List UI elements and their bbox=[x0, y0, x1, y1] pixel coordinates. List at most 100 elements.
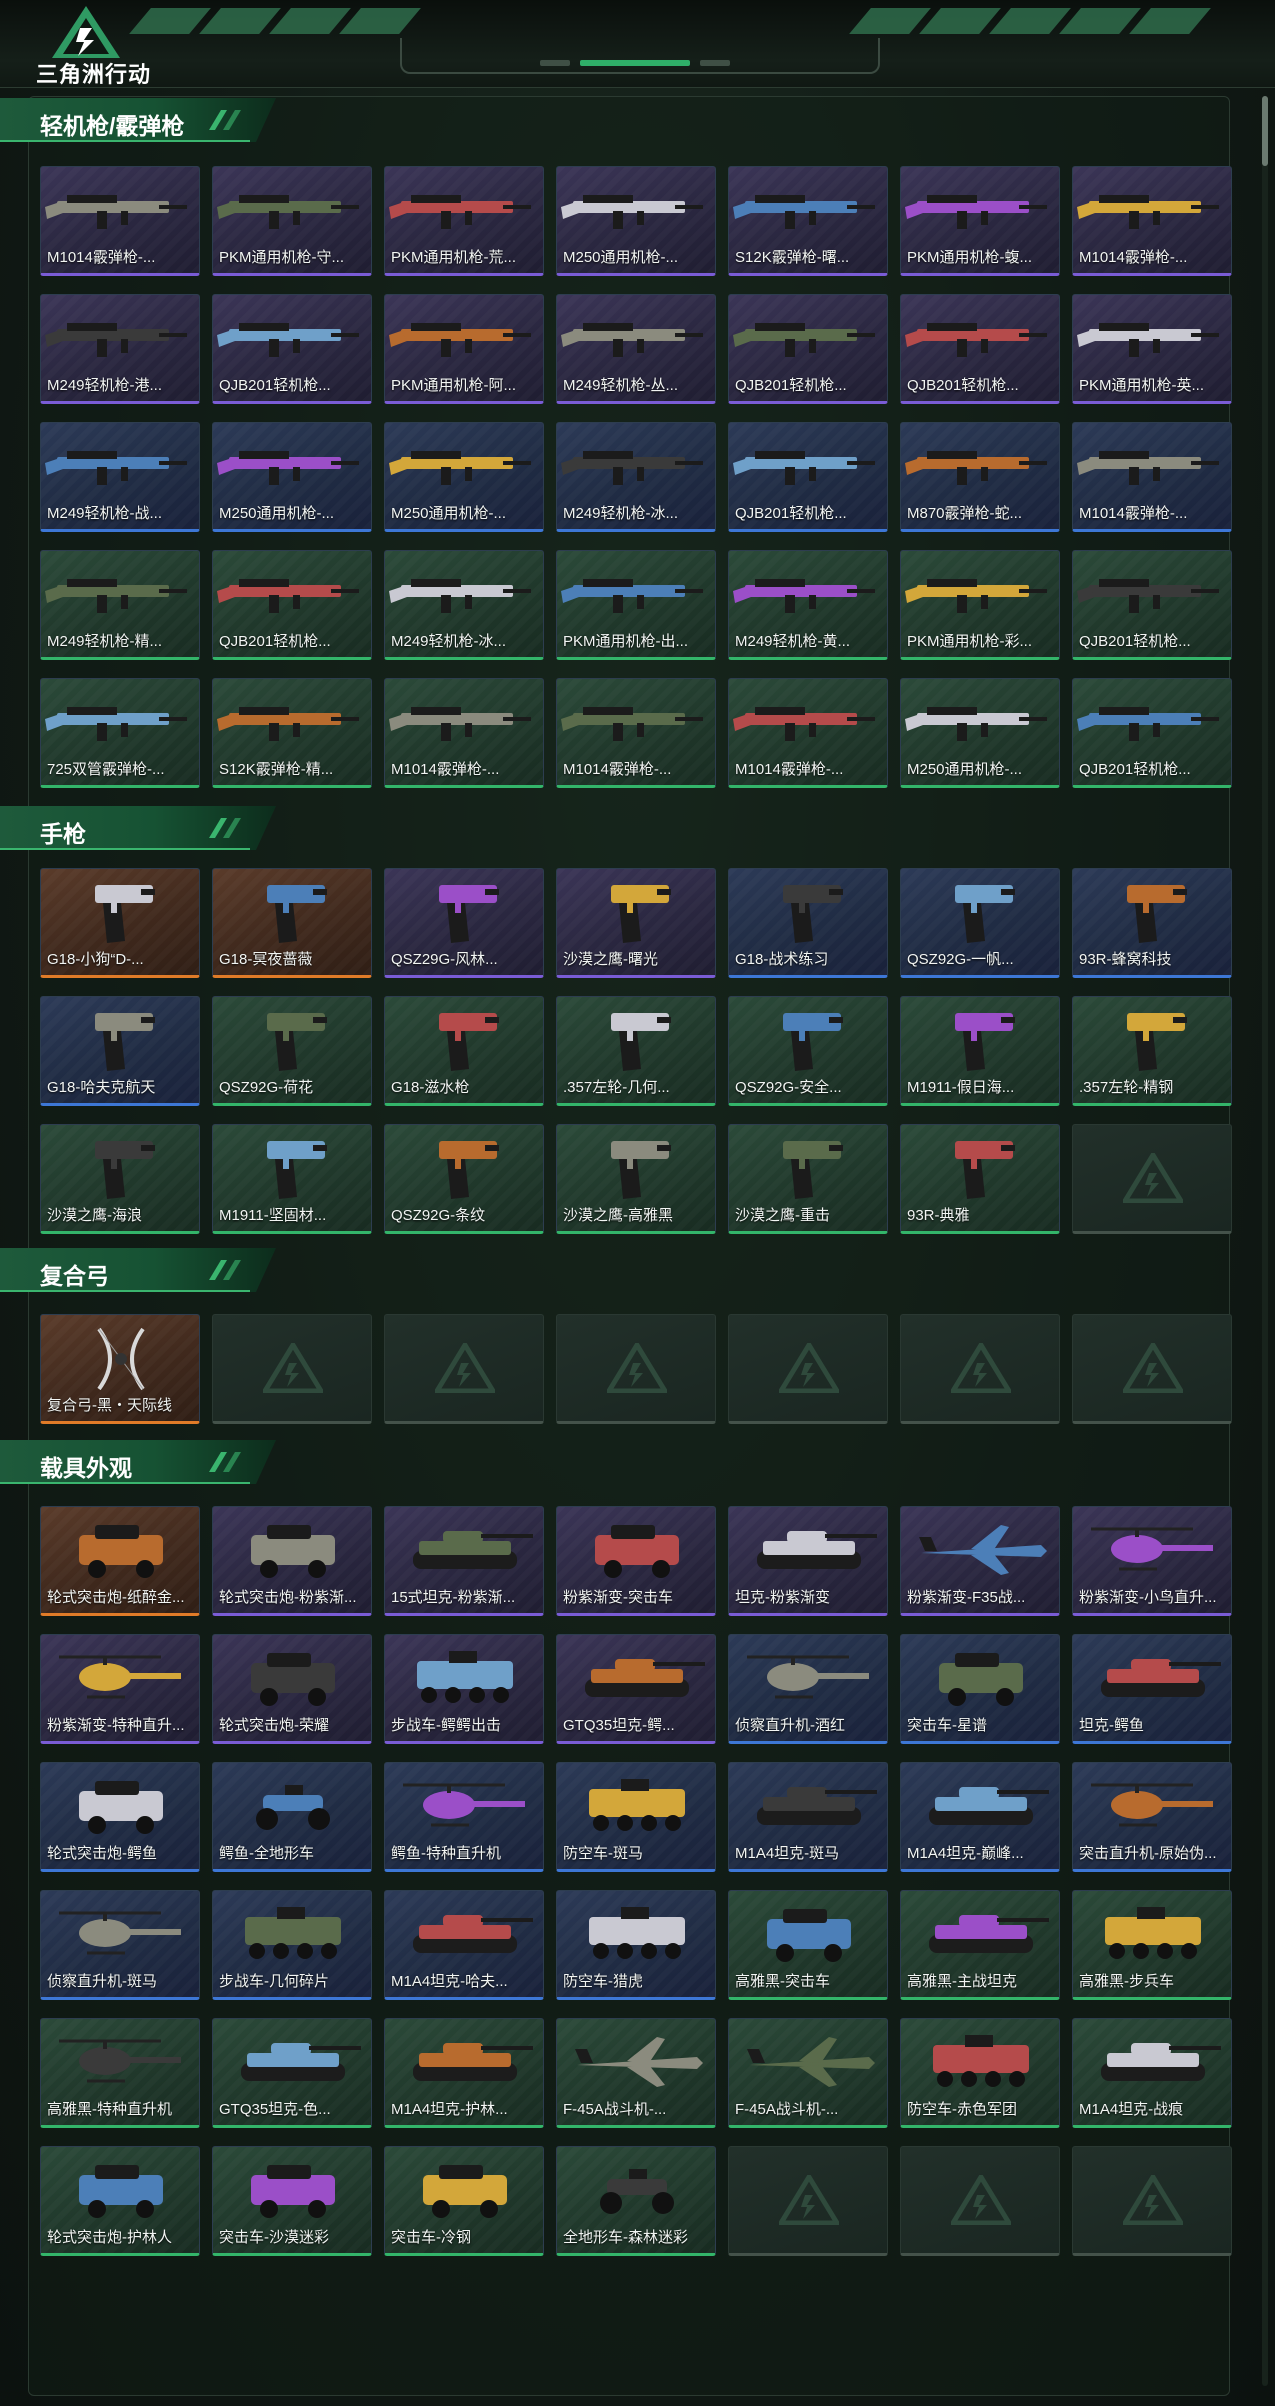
item-card[interactable]: 突击车-冷钢 bbox=[384, 2146, 544, 2256]
item-card[interactable]: 高雅黑-突击车 bbox=[728, 1890, 888, 2000]
item-card[interactable]: QSZ92G-条纹 bbox=[384, 1124, 544, 1234]
item-card[interactable]: PKM通用机枪-彩... bbox=[900, 550, 1060, 660]
item-card[interactable]: 坦克-鳄鱼 bbox=[1072, 1634, 1232, 1744]
item-card[interactable]: 防空车-猎虎 bbox=[556, 1890, 716, 2000]
item-card[interactable]: PKM通用机枪-出... bbox=[556, 550, 716, 660]
item-card[interactable]: F-45A战斗机-... bbox=[728, 2018, 888, 2128]
item-card[interactable]: PKM通用机枪-阿... bbox=[384, 294, 544, 404]
item-card[interactable]: QSZ92G-荷花 bbox=[212, 996, 372, 1106]
item-card[interactable]: 沙漠之鹰-海浪 bbox=[40, 1124, 200, 1234]
item-card[interactable]: G18-小狗“D-... bbox=[40, 868, 200, 978]
item-card[interactable]: F-45A战斗机-... bbox=[556, 2018, 716, 2128]
item-card[interactable]: M1014霰弹枪-... bbox=[1072, 422, 1232, 532]
item-card[interactable]: 粉紫渐变-特种直升... bbox=[40, 1634, 200, 1744]
item-card[interactable]: PKM通用机枪-守... bbox=[212, 166, 372, 276]
item-card[interactable]: M1014霰弹枪-... bbox=[1072, 166, 1232, 276]
item-card[interactable]: 粉紫渐变-F35战... bbox=[900, 1506, 1060, 1616]
scrollbar-thumb[interactable] bbox=[1262, 96, 1268, 166]
item-card[interactable]: 粉紫渐变-小鸟直升... bbox=[1072, 1506, 1232, 1616]
item-card[interactable]: 突击车-星谱 bbox=[900, 1634, 1060, 1744]
item-card[interactable]: QSZ29G-风林... bbox=[384, 868, 544, 978]
item-card[interactable]: QJB201轻机枪... bbox=[728, 422, 888, 532]
item-card[interactable]: 步战车-鳄鳄出击 bbox=[384, 1634, 544, 1744]
item-card[interactable]: M1014霰弹枪-... bbox=[728, 678, 888, 788]
item-card[interactable]: PKM通用机枪-英... bbox=[1072, 294, 1232, 404]
item-card[interactable]: GTQ35坦克-色... bbox=[212, 2018, 372, 2128]
item-card[interactable]: QJB201轻机枪... bbox=[1072, 678, 1232, 788]
item-card[interactable]: M1A4坦克-战痕 bbox=[1072, 2018, 1232, 2128]
item-card[interactable]: M249轻机枪-战... bbox=[40, 422, 200, 532]
item-card[interactable]: M250通用机枪-... bbox=[212, 422, 372, 532]
item-card[interactable]: 坦克-粉紫渐变 bbox=[728, 1506, 888, 1616]
item-card[interactable]: G18-战术练习 bbox=[728, 868, 888, 978]
item-card[interactable]: QJB201轻机枪... bbox=[212, 294, 372, 404]
item-card[interactable]: 93R-蜂窝科技 bbox=[1072, 868, 1232, 978]
item-card[interactable]: QJB201轻机枪... bbox=[212, 550, 372, 660]
item-card[interactable]: M1A4坦克-斑马 bbox=[728, 1762, 888, 1872]
item-card[interactable]: M1A4坦克-护林... bbox=[384, 2018, 544, 2128]
item-card[interactable]: M249轻机枪-冰... bbox=[384, 550, 544, 660]
item-card[interactable]: M250通用机枪-... bbox=[900, 678, 1060, 788]
item-card[interactable]: G18-冥夜蔷薇 bbox=[212, 868, 372, 978]
item-card[interactable]: 沙漠之鹰-高雅黑 bbox=[556, 1124, 716, 1234]
item-card[interactable]: 全地形车-森林迷彩 bbox=[556, 2146, 716, 2256]
item-card[interactable]: QSZ92G-安全... bbox=[728, 996, 888, 1106]
item-card[interactable]: 轮式突击炮-纸醉金... bbox=[40, 1506, 200, 1616]
item-card[interactable]: M1911-假日海... bbox=[900, 996, 1060, 1106]
item-card[interactable]: M1014霰弹枪-... bbox=[384, 678, 544, 788]
item-card[interactable]: G18-滋水枪 bbox=[384, 996, 544, 1106]
item-card[interactable]: 725双管霰弹枪-... bbox=[40, 678, 200, 788]
item-card[interactable]: M1014霰弹枪-... bbox=[40, 166, 200, 276]
item-card[interactable]: M870霰弹枪-蛇... bbox=[900, 422, 1060, 532]
item-card[interactable]: 鳄鱼-全地形车 bbox=[212, 1762, 372, 1872]
item-card[interactable]: S12K霰弹枪-曙... bbox=[728, 166, 888, 276]
item-card[interactable]: S12K霰弹枪-精... bbox=[212, 678, 372, 788]
item-card[interactable]: .357左轮-精钢 bbox=[1072, 996, 1232, 1106]
item-card[interactable]: M1A4坦克-巅峰... bbox=[900, 1762, 1060, 1872]
item-card[interactable]: 轮式突击炮-荣耀 bbox=[212, 1634, 372, 1744]
item-card[interactable]: M249轻机枪-精... bbox=[40, 550, 200, 660]
item-card[interactable]: M249轻机枪-黄... bbox=[728, 550, 888, 660]
item-grid-pistol: G18-小狗“D-... G18-冥夜蔷薇 QSZ29G-风林... 沙漠之鹰-曙光 G… bbox=[40, 868, 1232, 1234]
item-card[interactable]: 轮式突击炮-粉紫渐... bbox=[212, 1506, 372, 1616]
item-card[interactable]: 鳄鱼-特种直升机 bbox=[384, 1762, 544, 1872]
item-card[interactable]: M1A4坦克-哈夫... bbox=[384, 1890, 544, 2000]
item-card[interactable]: QJB201轻机枪... bbox=[728, 294, 888, 404]
item-card[interactable]: 沙漠之鹰-重击 bbox=[728, 1124, 888, 1234]
item-card[interactable]: M249轻机枪-丛... bbox=[556, 294, 716, 404]
item-card[interactable]: GTQ35坦克-鳄... bbox=[556, 1634, 716, 1744]
item-card[interactable]: QJB201轻机枪... bbox=[900, 294, 1060, 404]
item-card[interactable]: M249轻机枪-港... bbox=[40, 294, 200, 404]
item-card[interactable]: M1911-坚固材... bbox=[212, 1124, 372, 1234]
item-card[interactable]: M250通用机枪-... bbox=[384, 422, 544, 532]
item-card[interactable]: 粉紫渐变-突击车 bbox=[556, 1506, 716, 1616]
item-card[interactable]: 突击直升机-原始伪... bbox=[1072, 1762, 1232, 1872]
item-card[interactable]: QSZ92G-一帆... bbox=[900, 868, 1060, 978]
item-card[interactable]: M1014霰弹枪-... bbox=[556, 678, 716, 788]
item-card[interactable]: PKM通用机枪-荒... bbox=[384, 166, 544, 276]
item-card[interactable]: M249轻机枪-冰... bbox=[556, 422, 716, 532]
item-card[interactable]: 防空车-赤色军团 bbox=[900, 2018, 1060, 2128]
item-artwork bbox=[783, 885, 843, 943]
item-card[interactable]: G18-哈夫克航天 bbox=[40, 996, 200, 1106]
item-card[interactable]: 侦察直升机-斑马 bbox=[40, 1890, 200, 2000]
item-card[interactable]: 轮式突击炮-护林人 bbox=[40, 2146, 200, 2256]
item-card[interactable]: 15式坦克-粉紫渐... bbox=[384, 1506, 544, 1616]
item-card[interactable]: QJB201轻机枪... bbox=[1072, 550, 1232, 660]
scrollbar[interactable] bbox=[1262, 96, 1268, 2386]
item-name: 全地形车-森林迷彩 bbox=[563, 2229, 688, 2246]
item-card[interactable]: 复合弓-黑・天际线 bbox=[40, 1314, 200, 1424]
item-card[interactable]: 93R-典雅 bbox=[900, 1124, 1060, 1234]
item-card[interactable]: 沙漠之鹰-曙光 bbox=[556, 868, 716, 978]
item-card[interactable]: 高雅黑-步兵车 bbox=[1072, 1890, 1232, 2000]
item-card[interactable]: 步战车-几何碎片 bbox=[212, 1890, 372, 2000]
item-card[interactable]: 侦察直升机-酒红 bbox=[728, 1634, 888, 1744]
item-card[interactable]: 轮式突击炮-鳄鱼 bbox=[40, 1762, 200, 1872]
item-card[interactable]: PKM通用机枪-蝮... bbox=[900, 166, 1060, 276]
item-card[interactable]: 突击车-沙漠迷彩 bbox=[212, 2146, 372, 2256]
item-card[interactable]: 高雅黑-主战坦克 bbox=[900, 1890, 1060, 2000]
item-card[interactable]: M250通用机枪-... bbox=[556, 166, 716, 276]
item-card[interactable]: 防空车-斑马 bbox=[556, 1762, 716, 1872]
item-card[interactable]: .357左轮-几何... bbox=[556, 996, 716, 1106]
item-card[interactable]: 高雅黑-特种直升机 bbox=[40, 2018, 200, 2128]
